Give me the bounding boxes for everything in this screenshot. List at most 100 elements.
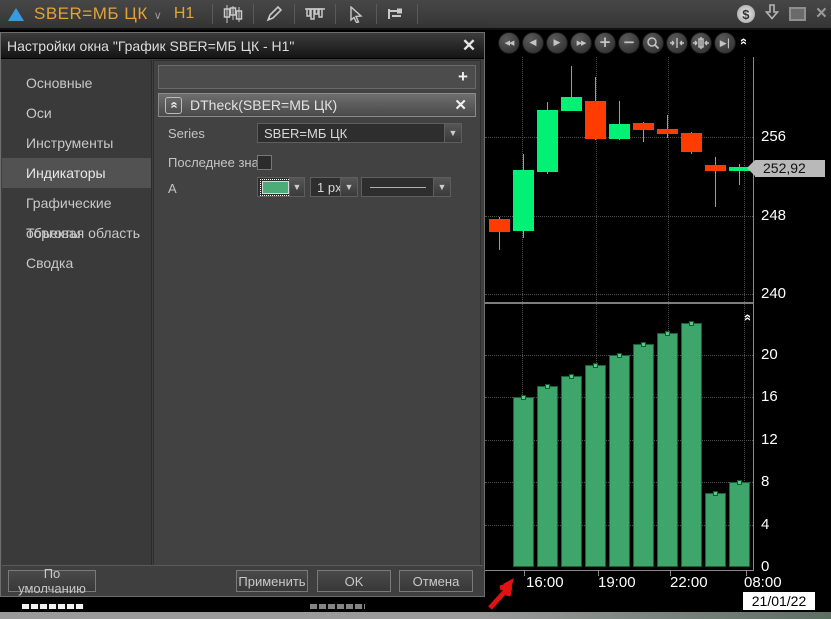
volume-axis-label: 8 [761,473,769,490]
last-value-checkbox[interactable] [257,155,272,170]
volume-bar-marker [689,321,694,326]
candle [633,123,654,130]
price-gridline [485,294,753,295]
line-row-label: A [168,181,177,196]
candle [489,219,510,232]
collapse-panel-icon[interactable]: » [165,97,182,114]
candle [561,97,582,111]
chevron-down-icon[interactable]: ∨ [154,9,162,22]
volume-bar-marker [737,480,742,485]
close-window-icon[interactable]: × [816,9,827,19]
line-width-select[interactable]: 1 px ▼ [310,177,358,197]
ok-button[interactable]: OK [317,570,391,592]
last-price-tag: 252,92 [755,160,825,177]
scroll-fast-right-button[interactable]: ▶▶ [570,32,592,54]
dollar-coin-icon[interactable]: $ [737,5,755,23]
candles-icon[interactable] [219,2,247,26]
cursor-icon[interactable] [342,2,370,26]
volume-bar [633,344,654,567]
symbol-label[interactable]: SBER=МБ ЦК [34,4,148,24]
candle [705,165,726,171]
candle-wick [715,157,716,207]
chart-toolbar: ◀◀◀▶▶▶+−▶| [485,30,753,57]
volume-bar [537,386,558,567]
volume-axis-label: 20 [761,346,778,363]
time-gridline [596,57,597,302]
background-strip [0,597,485,612]
cancel-button[interactable]: Отмена [399,570,473,592]
color-select[interactable]: ▼ [257,177,305,197]
volume-bar [513,397,534,567]
sidebar-item-сводка[interactable]: Сводка [2,248,151,278]
zoom-region-button[interactable] [642,32,664,54]
scroll-right-button[interactable]: ▶ [546,32,568,54]
candle [585,101,606,139]
apply-button[interactable]: Применить [236,570,308,592]
top-toolbar: SBER=МБ ЦК ∨ H1 $ × [0,0,831,30]
collapse-volume-pane-icon[interactable]: » [739,314,754,321]
scroll-to-end-button[interactable]: ▶| [714,32,736,54]
last-value-label: Последнее знач. [168,155,269,170]
download-arrow-icon[interactable] [765,4,779,25]
chevron-down-icon: ▼ [340,178,357,196]
volume-axis-label: 0 [761,558,769,575]
scroll-left-button[interactable]: ◀ [522,32,544,54]
red-arrow-annotation [488,576,520,610]
dialog-footer: По умолчанию Применить OK Отмена [2,565,483,595]
volume-bar-marker [641,342,646,347]
sidebar-item-основные[interactable]: Основные [2,68,151,98]
time-axis-label: 08:00 [744,574,782,591]
clipped-text-fragment [22,604,84,609]
sidebar-item-графические-объекты[interactable]: Графические объекты [2,188,151,218]
series-label: Series [168,126,205,141]
chevron-down-icon: ▼ [433,178,450,196]
add-indicator-button[interactable]: + [454,68,472,86]
volume-bar-marker [617,353,622,358]
line-style-select[interactable]: ▼ [361,177,451,197]
pencil-icon[interactable] [260,2,288,26]
price-axis-label: 240 [761,285,786,302]
timeframe-label[interactable]: H1 [174,5,194,23]
time-gridline [744,57,745,302]
candle [513,170,534,231]
dialog-title: Настройки окна "График SBER=МБ ЦК - H1" [7,38,294,54]
sidebar-item-торговая-область[interactable]: Торговая область [2,218,151,248]
sidebar-item-инструменты[interactable]: Инструменты [2,128,151,158]
dialog-content: + » DTheck(SBER=МБ ЦК) ✕ Series SBER=МБ … [153,60,481,566]
price-axis-label: 256 [761,128,786,145]
dialog-sidebar: ОсновныеОсиИнструментыИндикаторыГрафичес… [2,60,152,566]
fit-bars-button[interactable] [690,32,712,54]
volume-bar-marker [713,491,718,496]
dialog-title-bar[interactable]: Настройки окна "График SBER=МБ ЦК - H1" … [1,33,484,59]
series-select[interactable]: SBER=МБ ЦК ▼ [257,123,462,143]
volume-axis-label: 4 [761,516,769,533]
volume-bar [561,376,582,567]
levels-icon[interactable] [383,2,411,26]
scroll-fast-left-button[interactable]: ◀◀ [498,32,520,54]
remove-indicator-icon[interactable]: ✕ [454,96,467,114]
sidebar-item-оси[interactable]: Оси [2,98,151,128]
volume-bar-marker [593,363,598,368]
time-axis-label: 19:00 [598,574,636,591]
indicator-panel-title: DTheck(SBER=МБ ЦК) [190,97,337,113]
time-gridline [668,57,669,302]
indicator-tabstrip: + [158,65,476,89]
volume-chart-icon[interactable] [301,2,329,26]
zoom-in-button[interactable]: + [594,32,616,54]
volume-axis-label: 16 [761,388,778,405]
indicator-panel-header[interactable]: » DTheck(SBER=МБ ЦК) ✕ [158,93,476,117]
volume-bar [681,323,702,567]
time-axis-label: 22:00 [670,574,708,591]
application-window: SBER=МБ ЦК ∨ H1 $ × [0,0,831,619]
dialog-close-icon[interactable]: ✕ [460,37,478,55]
volume-axis-label: 12 [761,431,778,448]
collapse-price-pane-icon[interactable]: » [735,38,750,45]
zoom-out-button[interactable]: − [618,32,640,54]
price-axis-line [753,57,754,571]
volume-bar [705,493,726,567]
restore-window-icon[interactable] [789,7,806,21]
compress-horizontal-button[interactable] [666,32,688,54]
default-button[interactable]: По умолчанию [8,570,96,592]
volume-bar-marker [545,384,550,389]
sidebar-item-индикаторы[interactable]: Индикаторы [2,158,151,188]
